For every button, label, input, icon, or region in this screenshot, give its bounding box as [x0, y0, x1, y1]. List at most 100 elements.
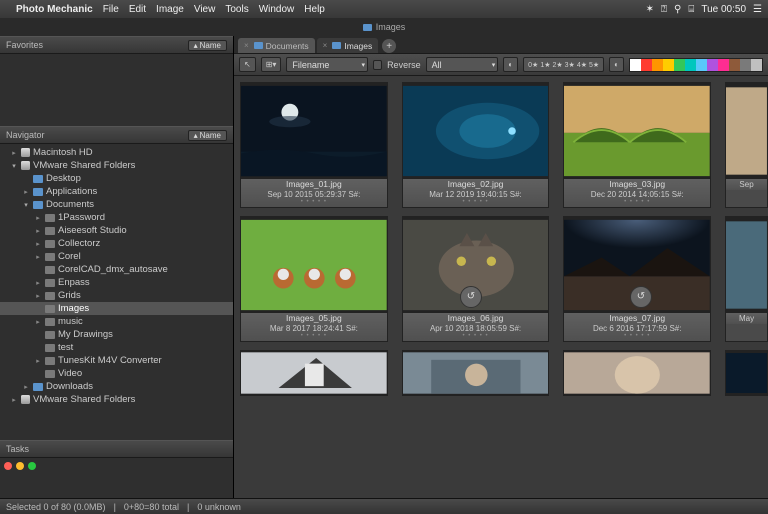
reverse-checkbox[interactable] [373, 60, 382, 70]
color-swatch[interactable] [630, 59, 641, 71]
tree-tuneskit[interactable]: ▸TunesKit M4V Converter [0, 354, 233, 367]
thumb-card[interactable]: Images_07.jpgDec 6 2016 17:17:59 S#:• • … [563, 216, 711, 342]
thumb-card[interactable]: Images_03.jpgDec 20 2014 14:05:15 S#:• •… [563, 82, 711, 208]
rotate-button[interactable]: ↺ [630, 286, 652, 308]
thumb-card[interactable]: Images_05.jpgMar 8 2017 18:24:41 S#:• • … [240, 216, 388, 342]
folder-icon [45, 266, 55, 274]
favorites-label: Favorites [6, 40, 43, 50]
color-swatch[interactable] [641, 59, 652, 71]
tree-music[interactable]: ▸music [0, 315, 233, 328]
tree-macintosh-hd[interactable]: ▸Macintosh HD [0, 146, 233, 159]
menu-help[interactable]: Help [304, 4, 325, 15]
sort-select[interactable]: Filename [286, 57, 368, 72]
tree-vmware[interactable]: ▾VMware Shared Folders [0, 159, 233, 172]
color-swatch[interactable] [685, 59, 696, 71]
statusbar: Selected 0 of 80 (0.0MB) | 0+80=80 total… [0, 498, 768, 514]
tabbar: ×Documents ×Images + [234, 36, 768, 54]
menu-image[interactable]: Image [156, 4, 184, 15]
color-swatch[interactable] [729, 59, 740, 71]
color-swatch[interactable] [652, 59, 663, 71]
filter-select[interactable]: All [426, 57, 499, 72]
navigator-label: Navigator [6, 130, 45, 140]
thumb-card[interactable]: Sep [725, 82, 768, 208]
tree-corelcad[interactable]: CorelCAD_dmx_autosave [0, 263, 233, 276]
hd-icon [21, 161, 30, 170]
thumb-card[interactable]: Images_01.jpgSep 10 2015 05:29:37 S#:• •… [240, 82, 388, 208]
folder-icon [33, 175, 43, 183]
menu-tools[interactable]: Tools [225, 4, 248, 15]
thumb-card[interactable]: May [725, 216, 768, 342]
view-mode-button[interactable]: ⊞▾ [261, 57, 282, 72]
menu-file[interactable]: File [103, 4, 119, 15]
color-swatch[interactable] [696, 59, 707, 71]
color-swatch[interactable] [718, 59, 729, 71]
favorites-sort-button[interactable]: ▴ Name [188, 40, 227, 51]
tree-collectorz[interactable]: ▸Collectorz [0, 237, 233, 250]
color-toggle-button[interactable]: ◐ [609, 57, 624, 72]
hd-icon [21, 395, 30, 404]
tree-mydrawings[interactable]: My Drawings [0, 328, 233, 341]
new-tab-button[interactable]: + [382, 39, 396, 53]
folder-icon [45, 318, 55, 326]
folder-icon [33, 188, 43, 196]
color-swatch[interactable] [740, 59, 751, 71]
traffic-zoom-icon[interactable] [28, 462, 36, 470]
app-name[interactable]: Photo Mechanic [16, 4, 93, 15]
thumb-card[interactable]: Images_02.jpgMar 12 2019 19:40:15 S#:• •… [402, 82, 550, 208]
folder-icon [45, 279, 55, 287]
color-swatch[interactable] [707, 59, 718, 71]
tree-downloads[interactable]: ▸Downloads [0, 380, 233, 393]
navigator-header: Navigator ▴ Name [0, 126, 233, 144]
folder-icon [33, 201, 43, 209]
tree-vmware2[interactable]: ▸VMware Shared Folders [0, 393, 233, 406]
thumb-card[interactable] [240, 350, 388, 396]
folder-icon [45, 344, 55, 352]
navigator-sort-button[interactable]: ▴ Name [188, 130, 227, 141]
clock[interactable]: Tue 00:50 [701, 4, 746, 15]
close-icon[interactable]: × [244, 41, 251, 50]
list-icon[interactable]: ☰ [753, 4, 762, 15]
folder-icon [45, 292, 55, 300]
color-swatch[interactable] [674, 59, 685, 71]
tree-test[interactable]: test [0, 341, 233, 354]
tree-grids[interactable]: ▸Grids [0, 289, 233, 302]
folder-icon [45, 240, 55, 248]
thumbnail-grid: Images_01.jpgSep 10 2015 05:29:37 S#:• •… [234, 76, 768, 498]
rating-filter[interactable]: 0★1★2★3★4★5★ [523, 57, 604, 72]
traffic-min-icon[interactable] [16, 462, 24, 470]
toggle-button[interactable]: ◐ [503, 57, 518, 72]
thumb-card[interactable] [402, 350, 550, 396]
color-swatches[interactable] [629, 58, 763, 72]
thumb-card[interactable] [725, 350, 768, 396]
color-swatch[interactable] [751, 59, 762, 71]
pointer-tool-button[interactable]: ↖ [239, 57, 256, 72]
status-total: 0+80=80 total [124, 502, 179, 512]
menu-view[interactable]: View [194, 4, 216, 15]
tree-corel[interactable]: ▸Corel [0, 250, 233, 263]
display-icon[interactable]: ⌸ [688, 4, 694, 15]
menulet-icon[interactable]: ✶ [646, 4, 654, 15]
tasks-header: Tasks [0, 440, 233, 458]
search-icon[interactable]: ⚲ [674, 4, 681, 15]
folder-icon [363, 24, 372, 31]
rotate-button[interactable]: ↺ [460, 286, 482, 308]
thumb-card[interactable] [563, 350, 711, 396]
tree-aiseesoft[interactable]: ▸Aiseesoft Studio [0, 224, 233, 237]
sidebar: Favorites ▴ Name Navigator ▴ Name ▸Macin… [0, 36, 234, 498]
tree-images[interactable]: Images [0, 302, 233, 315]
menu-window[interactable]: Window [259, 4, 295, 15]
traffic-close-icon[interactable] [4, 462, 12, 470]
tree-desktop[interactable]: Desktop [0, 172, 233, 185]
tab-images[interactable]: ×Images [317, 38, 379, 53]
thumb-card[interactable]: Images_06.jpgApr 10 2018 18:05:59 S#:• •… [402, 216, 550, 342]
tree-video[interactable]: Video [0, 367, 233, 380]
tree-applications[interactable]: ▸Applications [0, 185, 233, 198]
menu-edit[interactable]: Edit [129, 4, 146, 15]
tree-documents[interactable]: ▾Documents [0, 198, 233, 211]
close-icon[interactable]: × [323, 41, 330, 50]
color-swatch[interactable] [663, 59, 674, 71]
help-icon[interactable]: ⍰ [661, 4, 667, 15]
tree-1password[interactable]: ▸1Password [0, 211, 233, 224]
tab-documents[interactable]: ×Documents [238, 38, 315, 53]
tree-enpass[interactable]: ▸Enpass [0, 276, 233, 289]
